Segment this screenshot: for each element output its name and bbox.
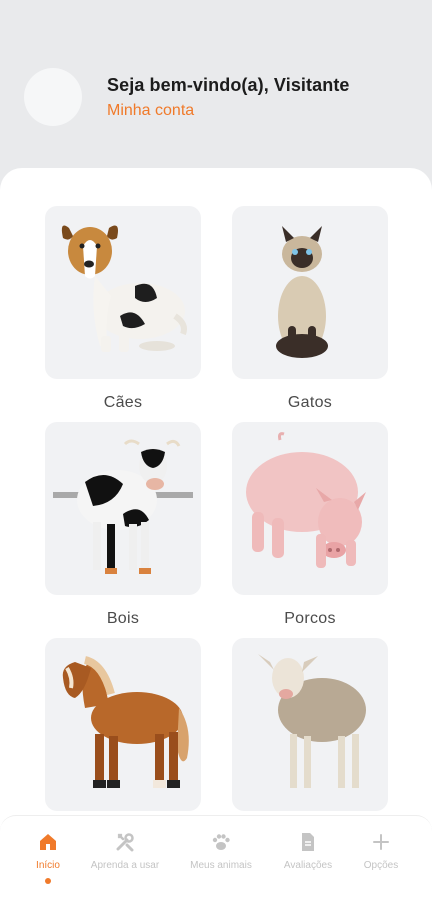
category-label-dogs: Cães	[103, 394, 143, 411]
category-card-dogs[interactable]: Cães	[45, 206, 201, 412]
home-icon	[40, 834, 56, 850]
cow-image[interactable]	[45, 422, 201, 595]
nav-label-learn: Aprenda a usar	[90, 860, 160, 871]
nav-label-options: Opções	[363, 860, 399, 871]
pig-image[interactable]	[232, 422, 388, 595]
plus-icon	[373, 834, 389, 850]
nav-item-my-animals[interactable]: Meus animais	[178, 832, 264, 871]
nav-item-learn[interactable]: Aprenda a usar	[82, 832, 168, 871]
cat-image[interactable]	[232, 206, 388, 379]
nav-label-my-animals: Meus animais	[190, 860, 252, 871]
nav-item-home[interactable]: Início	[5, 832, 91, 871]
header: Seja bem-vindo(a), Visitante Minha conta	[0, 0, 432, 175]
category-card-horses[interactable]	[45, 638, 201, 826]
content-panel: Cães Gatos Bois Porcos	[0, 168, 432, 900]
category-card-pigs[interactable]: Porcos	[232, 422, 388, 628]
tools-icon	[116, 833, 134, 852]
dog-image[interactable]	[45, 206, 201, 379]
category-card-cattle[interactable]: Bois	[45, 422, 201, 628]
sheep-image[interactable]	[232, 638, 388, 811]
category-card-sheep[interactable]	[232, 638, 388, 826]
horse-image[interactable]	[45, 638, 201, 811]
category-label-pigs: Porcos	[284, 610, 336, 627]
avatar[interactable]	[24, 68, 82, 126]
category-label-cats: Gatos	[287, 394, 333, 411]
document-icon	[302, 833, 314, 851]
my-account-link[interactable]: Minha conta	[107, 102, 194, 120]
nav-label-home: Início	[36, 860, 60, 871]
paw-icon	[212, 834, 230, 850]
bottom-navigation: Início Aprenda a usar Meus animais Avali…	[0, 815, 432, 900]
category-card-cats[interactable]: Gatos	[232, 206, 388, 412]
active-indicator-dot	[45, 878, 51, 884]
welcome-message: Seja bem-vindo(a), Visitante	[107, 75, 350, 95]
category-label-cattle: Bois	[106, 610, 140, 627]
nav-item-options[interactable]: Opções	[338, 832, 424, 871]
